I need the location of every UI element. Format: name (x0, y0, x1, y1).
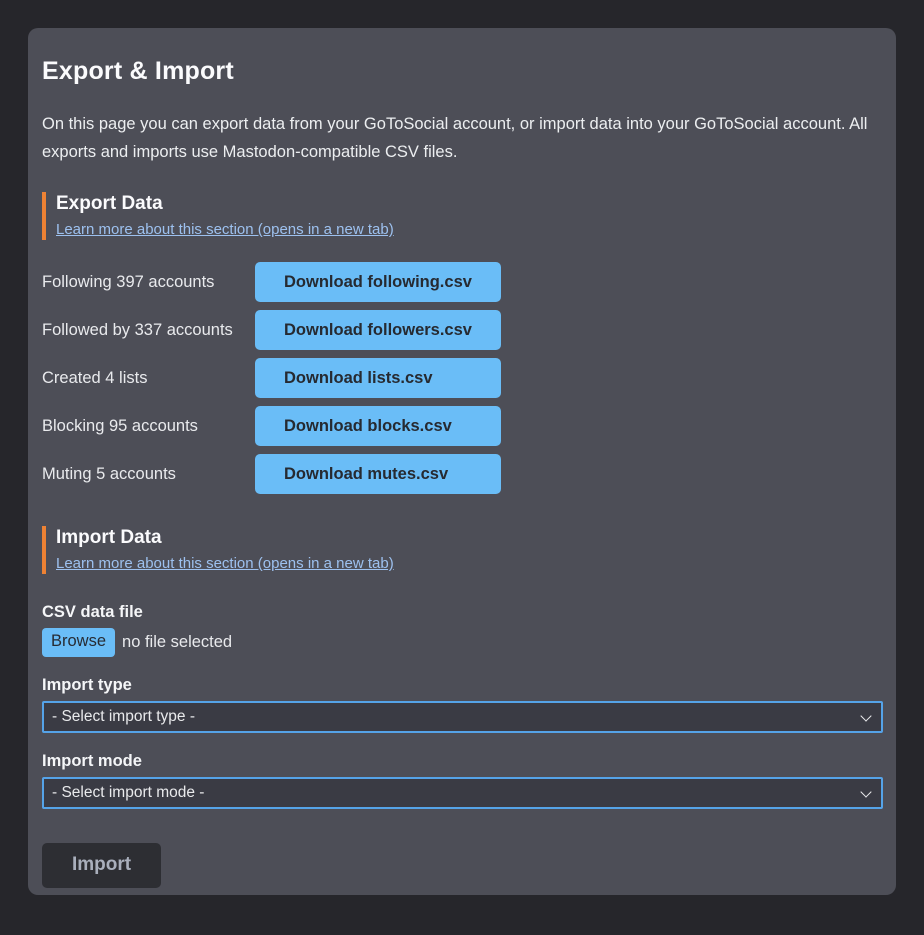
page-description: On this page you can export data from yo… (42, 110, 882, 166)
export-learn-more-link[interactable]: Learn more about this section (opens in … (56, 221, 394, 238)
download-blocks-button[interactable]: Download blocks.csv (255, 406, 501, 446)
export-section-heading: Export Data (56, 192, 882, 216)
import-mode-select-wrap: - Select import mode - (42, 777, 883, 809)
import-type-field: Import type - Select import type - (42, 675, 882, 733)
download-lists-button[interactable]: Download lists.csv (255, 358, 501, 398)
export-rows: Following 397 accounts Download followin… (42, 262, 882, 494)
download-followers-button[interactable]: Download followers.csv (255, 310, 501, 350)
export-row-mutes: Muting 5 accounts Download mutes.csv (42, 454, 882, 494)
import-learn-more-link[interactable]: Learn more about this section (opens in … (56, 555, 394, 572)
export-row-label: Following 397 accounts (42, 273, 255, 292)
export-row-lists: Created 4 lists Download lists.csv (42, 358, 882, 398)
export-import-panel: Export & Import On this page you can exp… (28, 28, 896, 895)
import-section-heading: Import Data (56, 526, 882, 550)
export-row-label: Followed by 337 accounts (42, 321, 255, 340)
csv-file-label: CSV data file (42, 602, 882, 622)
file-input-row: Browse no file selected (42, 628, 882, 657)
export-row-label: Muting 5 accounts (42, 465, 255, 484)
import-mode-select[interactable]: - Select import mode - (42, 777, 883, 809)
export-row-label: Created 4 lists (42, 369, 255, 388)
file-selection-status: no file selected (122, 633, 232, 652)
download-following-button[interactable]: Download following.csv (255, 262, 501, 302)
export-row-followers: Followed by 337 accounts Download follow… (42, 310, 882, 350)
export-row-label: Blocking 95 accounts (42, 417, 255, 436)
export-row-following: Following 397 accounts Download followin… (42, 262, 882, 302)
import-mode-label: Import mode (42, 751, 882, 771)
import-type-label: Import type (42, 675, 882, 695)
csv-file-field: CSV data file Browse no file selected (42, 602, 882, 657)
import-section-header: Import Data Learn more about this sectio… (42, 526, 882, 574)
export-section-header: Export Data Learn more about this sectio… (42, 192, 882, 240)
import-type-select-wrap: - Select import type - (42, 701, 883, 733)
import-mode-field: Import mode - Select import mode - (42, 751, 882, 809)
browse-file-button[interactable]: Browse (42, 628, 115, 657)
page-title: Export & Import (42, 56, 882, 86)
export-row-blocks: Blocking 95 accounts Download blocks.csv (42, 406, 882, 446)
import-submit-button[interactable]: Import (42, 843, 161, 888)
download-mutes-button[interactable]: Download mutes.csv (255, 454, 501, 494)
import-type-select[interactable]: - Select import type - (42, 701, 883, 733)
